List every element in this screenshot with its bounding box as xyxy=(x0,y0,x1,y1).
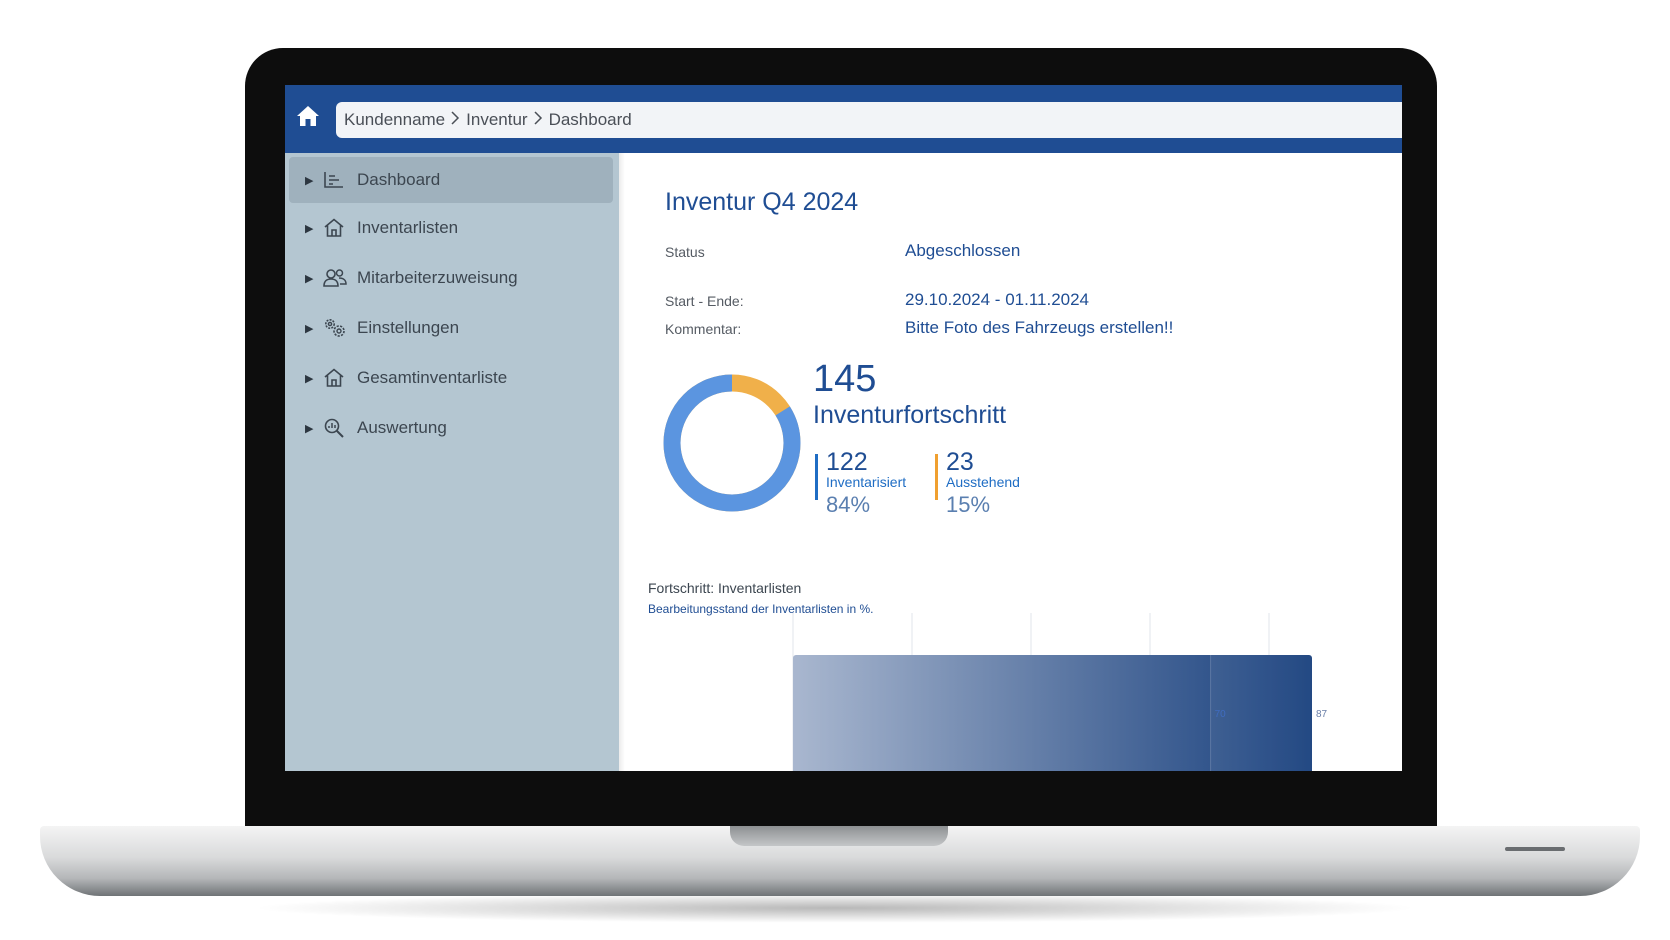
progress-donut-chart xyxy=(663,374,801,512)
home-button[interactable] xyxy=(291,99,325,133)
app-screen: Kundenname Inventur Dashboard ▶ Dashboar… xyxy=(285,85,1402,771)
breadcrumb-item-dashboard[interactable]: Dashboard xyxy=(549,110,632,130)
bar-data-label: 87 xyxy=(1316,709,1328,720)
magnifier-chart-icon xyxy=(323,417,349,439)
sidebar-item-auswertung[interactable]: ▶ Auswertung xyxy=(289,405,613,451)
caret-right-icon: ▶ xyxy=(305,372,314,385)
house-icon xyxy=(323,367,349,389)
gears-icon xyxy=(323,317,349,339)
stat-done-percent: 84% xyxy=(826,492,871,517)
bar-data-label: 70 xyxy=(1215,709,1227,720)
kpi-total-count: 145 xyxy=(813,358,877,400)
sidebar-item-label: Mitarbeiterzuweisung xyxy=(357,268,518,287)
breadcrumb-item-customer[interactable]: Kundenname xyxy=(344,110,445,130)
laptop-slot xyxy=(1505,847,1565,851)
laptop-notch xyxy=(730,826,948,846)
stat-bar-done xyxy=(815,454,818,500)
caret-right-icon: ▶ xyxy=(305,422,314,435)
caret-right-icon: ▶ xyxy=(305,272,314,285)
chevron-right-icon xyxy=(534,110,543,130)
status-label: Status xyxy=(665,244,705,260)
bar-list-icon xyxy=(323,169,349,191)
main-content: Inventur Q4 2024 Status Abgeschlossen St… xyxy=(625,153,1402,771)
chart-bars xyxy=(793,655,1312,771)
kpi-label: Inventurfortschritt xyxy=(813,401,1007,429)
stat-pending-count: 23 xyxy=(946,448,974,476)
sidebar-item-inventarlisten[interactable]: ▶ Inventarlisten xyxy=(289,205,613,251)
sidebar-item-label: Dashboard xyxy=(357,170,441,189)
home-icon xyxy=(297,106,319,126)
sidebar-item-mitarbeiterzuweisung[interactable]: ▶ Mitarbeiterzuweisung xyxy=(289,255,613,301)
stat-done-label: Inventarisiert xyxy=(826,474,907,490)
status-value: Abgeschlossen xyxy=(905,241,1021,260)
inventory-lists-bar-chart: 70 87 xyxy=(792,613,1328,771)
breadcrumb-item-inventur[interactable]: Inventur xyxy=(466,110,527,130)
breadcrumb: Kundenname Inventur Dashboard xyxy=(336,102,1402,138)
stat-bar-pending xyxy=(935,454,938,500)
sidebar-item-dashboard[interactable]: ▶ Dashboard xyxy=(289,157,613,203)
period-value: 29.10.2024 - 01.11.2024 xyxy=(905,290,1090,309)
sidebar-item-gesamtinventarliste[interactable]: ▶ Gesamtinventarliste xyxy=(289,355,613,401)
caret-right-icon: ▶ xyxy=(305,222,314,235)
sidebar-item-label: Auswertung xyxy=(357,418,447,437)
sidebar-item-label: Gesamtinventarliste xyxy=(357,368,508,387)
users-icon xyxy=(323,267,349,289)
stat-pending-percent: 15% xyxy=(946,492,991,517)
bar-segment xyxy=(1210,655,1312,771)
sidebar-item-label: Einstellungen xyxy=(357,318,460,337)
comment-value: Bitte Foto des Fahrzeugs erstellen!! xyxy=(905,318,1174,337)
comment-label: Kommentar: xyxy=(665,321,742,337)
sidebar-item-label: Inventarlisten xyxy=(357,218,459,237)
caret-right-icon: ▶ xyxy=(305,174,314,187)
sidebar-item-einstellungen[interactable]: ▶ Einstellungen xyxy=(289,305,613,351)
stat-pending-label: Ausstehend xyxy=(946,474,1020,490)
chevron-right-icon xyxy=(451,110,460,130)
sidebar: ▶ Dashboard ▶ Inventarlisten ▶ Mitarbeit… xyxy=(285,153,619,771)
caret-right-icon: ▶ xyxy=(305,322,314,335)
stat-done-count: 122 xyxy=(826,448,868,476)
laptop-shadow xyxy=(250,893,1420,923)
page-title: Inventur Q4 2024 xyxy=(665,188,859,216)
house-icon xyxy=(323,217,349,239)
period-label: Start - Ende: xyxy=(665,293,744,309)
chart-title: Fortschritt: Inventarlisten xyxy=(648,580,802,596)
top-bar: Kundenname Inventur Dashboard xyxy=(285,85,1402,153)
